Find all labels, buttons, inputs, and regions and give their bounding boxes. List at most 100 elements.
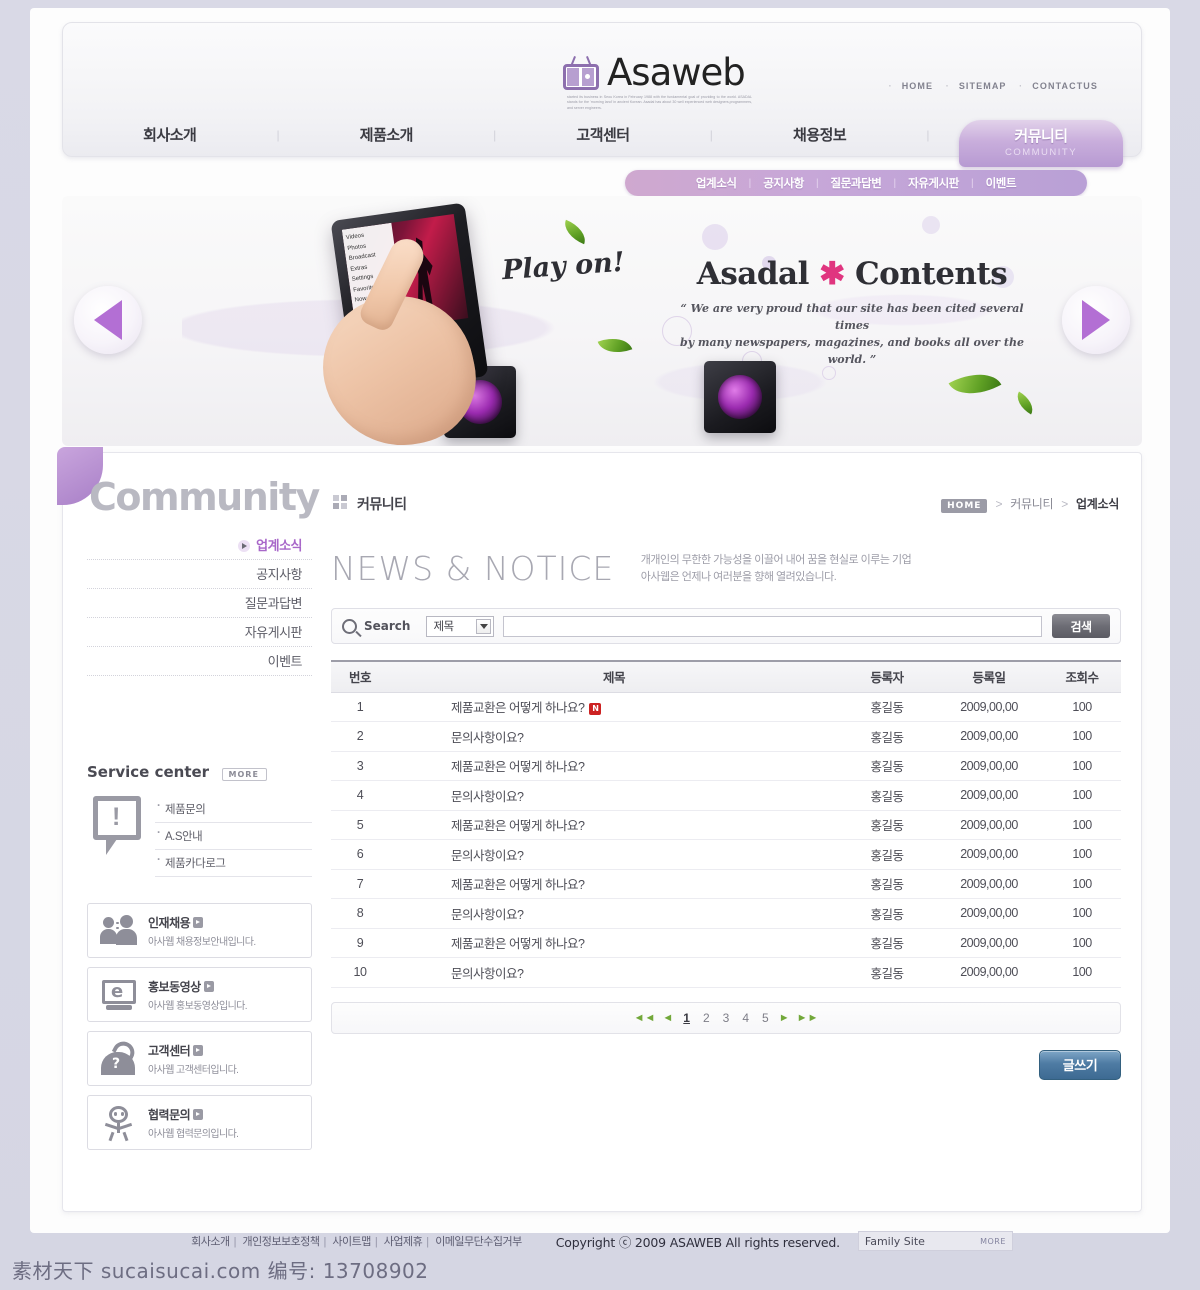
cell-author: 홍길동: [839, 869, 935, 899]
sidebar-item-industry-news[interactable]: 업계소식: [87, 531, 312, 560]
search-button[interactable]: 검색: [1052, 614, 1110, 638]
search-field-value: 제목: [433, 621, 454, 633]
table-row[interactable]: 5 제품교환은 어떻게 하나요? 홍길동 2009,00,00 100: [331, 810, 1121, 840]
sidebar-item-label: 업계소식: [256, 538, 302, 553]
pagination-page-3[interactable]: 3: [718, 1011, 735, 1025]
sidebar-item-free-board[interactable]: 자유게시판: [87, 618, 312, 647]
cell-title[interactable]: 문의사항이요?: [389, 898, 839, 929]
next-slide-button[interactable]: [1062, 286, 1130, 354]
table-row[interactable]: 3 제품교환은 어떻게 하나요? 홍길동 2009,00,00 100: [331, 751, 1121, 781]
cell-title[interactable]: 문의사항이요?: [389, 780, 839, 811]
go-arrow-icon: [203, 980, 214, 992]
nav-item-customer-center[interactable]: 고객센터: [496, 124, 710, 145]
chevron-down-icon[interactable]: [476, 618, 492, 634]
nav-active-kr: 커뮤니티: [1014, 128, 1068, 145]
sidebar-banner-list: 인재채용 아사웹 채용정보안내입니다. e 홍보동영상 아사웹 홍보동영상입니다…: [87, 903, 312, 1159]
sub-nav-item-event[interactable]: 이벤트: [986, 175, 1017, 191]
utility-link-contactus[interactable]: CONTACTUS: [1032, 81, 1098, 91]
breadcrumb-level1[interactable]: 커뮤니티: [1010, 497, 1053, 511]
table-row[interactable]: 10 문의사항이요? 홍길동 2009,00,00 100: [331, 957, 1121, 988]
service-link-as-guide[interactable]: A.S안내: [155, 823, 312, 850]
footer-link-privacy[interactable]: 개인정보보호정책: [242, 1236, 319, 1248]
family-site-select[interactable]: Family Site MORE: [857, 1231, 1013, 1251]
footer-link-partnership[interactable]: 사업제휴: [384, 1236, 423, 1248]
table-row[interactable]: 7 제품교환은 어떻게 하나요? 홍길동 2009,00,00 100: [331, 869, 1121, 899]
sidebar-item-notice[interactable]: 공지사항: [87, 560, 312, 589]
sidebar-item-event[interactable]: 이벤트: [87, 647, 312, 676]
breadcrumb: HOME > 커뮤니티 > 업계소식: [941, 495, 1119, 513]
banner-promo-video[interactable]: e 홍보동영상 아사웹 홍보동영상입니다.: [87, 967, 312, 1022]
cell-title[interactable]: 문의사항이요?: [389, 721, 839, 752]
banner-title: 인재채용: [148, 915, 191, 930]
table-row[interactable]: 4 문의사항이요? 홍길동 2009,00,00 100: [331, 780, 1121, 811]
table-row[interactable]: 8 문의사항이요? 홍길동 2009,00,00 100: [331, 898, 1121, 929]
content-card: Community 커뮤니티 HOME > 커뮤니티 > 업계소식 업계소식 공…: [57, 447, 1142, 1212]
service-center-more-button[interactable]: MORE: [221, 768, 267, 781]
sidebar-item-qna[interactable]: 질문과답변: [87, 589, 312, 618]
breadcrumb-home[interactable]: HOME: [941, 499, 988, 513]
search-field-select[interactable]: 제목: [426, 615, 495, 637]
table-header-row: 번호 제목 등록자 등록일 조회수: [331, 660, 1121, 693]
cell-title[interactable]: 제품교환은 어떻게 하나요?: [389, 810, 839, 840]
pagination-page-4[interactable]: 4: [737, 1011, 754, 1025]
cell-title[interactable]: 제품교환은 어떻게 하나요?: [389, 751, 839, 781]
cell-views: 100: [1043, 751, 1121, 781]
utility-link-sitemap[interactable]: SITEMAP: [959, 81, 1007, 91]
hero-banner: Videos Photos Broadcast Extras Settings …: [62, 196, 1142, 446]
nav-item-community-active[interactable]: 커뮤니티 COMMUNITY: [959, 120, 1123, 167]
sub-nav-divider: |: [748, 177, 752, 189]
nav-item-recruit[interactable]: 채용정보: [713, 124, 927, 145]
pagination-first-button[interactable]: ◄◄: [632, 1012, 658, 1024]
pagination-last-button[interactable]: ►►: [795, 1012, 821, 1024]
cell-title[interactable]: 문의사항이요?: [389, 839, 839, 870]
search-input[interactable]: [503, 615, 1042, 637]
banner-recruit[interactable]: 인재채용 아사웹 채용정보안내입니다.: [87, 903, 312, 958]
utility-link-home[interactable]: HOME: [902, 81, 933, 91]
utility-nav: · HOME · SITEMAP · CONTACTUS: [888, 81, 1098, 91]
tv-icon: [563, 55, 599, 90]
pagination-page-1[interactable]: 1: [678, 1011, 695, 1025]
site-logo[interactable]: Asaweb: [563, 51, 763, 94]
board-title: NEWS & NOTICE: [331, 549, 615, 588]
cell-title[interactable]: 제품교환은 어떻게 하나요?: [389, 928, 839, 958]
sub-nav-item-free-board[interactable]: 자유게시판: [908, 175, 959, 191]
service-link-product-inquiry[interactable]: 제품문의: [155, 796, 312, 823]
family-site-label: Family Site: [864, 1234, 925, 1248]
cell-no: 3: [331, 751, 389, 781]
prev-slide-button[interactable]: [74, 286, 142, 354]
sub-nav-item-notice[interactable]: 공지사항: [763, 175, 804, 191]
cell-author: 홍길동: [839, 957, 935, 988]
phone-icon: ?: [100, 1037, 140, 1076]
banner-partnership[interactable]: 협력문의 아사웹 협력문의입니다.: [87, 1095, 312, 1150]
table-row[interactable]: 1 제품교환은 어떻게 하나요? N 홍길동 2009,00,00 100: [331, 692, 1121, 722]
family-site-more-button[interactable]: MORE: [980, 1237, 1006, 1246]
cell-no: 8: [331, 898, 389, 929]
banner-subtitle: 아사웹 고객센터입니다.: [148, 1064, 239, 1076]
footer-link-company[interactable]: 회사소개: [191, 1236, 230, 1248]
sub-nav-item-qna[interactable]: 질문과답변: [831, 175, 882, 191]
nav-item-company[interactable]: 회사소개: [63, 124, 277, 145]
service-link-catalog[interactable]: 제품카다로그: [155, 850, 312, 877]
sub-nav-item-industry-news[interactable]: 업계소식: [696, 175, 737, 191]
cell-title[interactable]: 제품교환은 어떻게 하나요? N: [389, 692, 839, 722]
nav-item-products[interactable]: 제품소개: [280, 124, 494, 145]
table-row[interactable]: 6 문의사항이요? 홍길동 2009,00,00 100: [331, 839, 1121, 870]
go-arrow-icon: [193, 1108, 204, 1120]
pagination-page-5[interactable]: 5: [757, 1011, 774, 1025]
pagination-page-2[interactable]: 2: [698, 1011, 715, 1025]
banner-customer-center[interactable]: ? 고객센터 아사웹 고객센터입니다.: [87, 1031, 312, 1086]
cell-date: 2009,00,00: [935, 869, 1043, 899]
cell-date: 2009,00,00: [935, 721, 1043, 752]
pagination-next-button[interactable]: ►: [777, 1012, 792, 1024]
cell-title[interactable]: 문의사항이요?: [389, 957, 839, 988]
write-post-button[interactable]: 글쓰기: [1039, 1049, 1121, 1080]
service-center-title: Service center: [87, 763, 210, 781]
table-row[interactable]: 2 문의사항이요? 홍길동 2009,00,00 100: [331, 721, 1121, 752]
cell-title[interactable]: 제품교환은 어떻게 하나요?: [389, 869, 839, 899]
sub-nav-divider: |: [893, 177, 897, 189]
pagination-prev-button[interactable]: ◄: [660, 1012, 675, 1024]
table-row[interactable]: 9 제품교환은 어떻게 하나요? 홍길동 2009,00,00 100: [331, 928, 1121, 958]
cell-author: 홍길동: [839, 692, 935, 722]
footer-link-email-policy[interactable]: 이메일무단수집거부: [435, 1236, 522, 1248]
footer-link-sitemap[interactable]: 사이트맵: [332, 1236, 371, 1248]
